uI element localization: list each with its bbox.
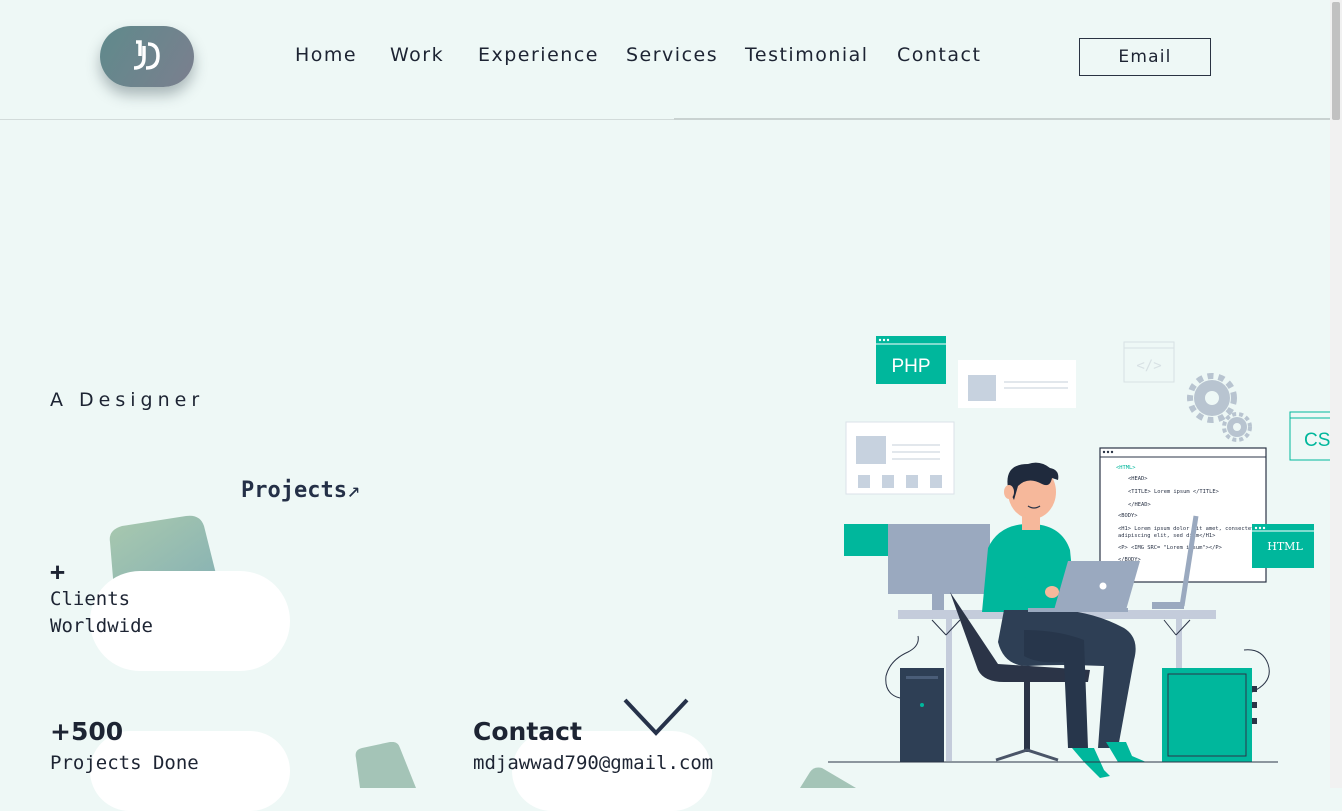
contact-email[interactable]: mdjawwad790@gmail.com (473, 750, 713, 777)
pc-tower (900, 668, 944, 762)
logo[interactable] (100, 26, 194, 87)
developer-illustration: PHP </> CS <HTML> <HEAD> <TITLE> Lorem i… (828, 336, 1330, 778)
nav-services[interactable]: Services (626, 44, 718, 66)
teal-window (844, 524, 890, 556)
nav-work[interactable]: Work (390, 44, 444, 66)
html-label: HTML (1267, 540, 1303, 553)
clients-label-line2: Worldwide (50, 615, 153, 637)
clients-value: + (50, 557, 66, 586)
code-line: adipiscing elit, sed diam</H1> (1118, 533, 1216, 539)
desk-leg (946, 619, 952, 761)
layout-window (845, 421, 955, 495)
card-thumbnail (968, 375, 996, 401)
arrow-up-right-icon: ↗ (346, 478, 361, 503)
nav-testimonial[interactable]: Testimonial (745, 44, 869, 66)
code-line: </HEAD> (1128, 502, 1151, 508)
nav-home[interactable]: Home (295, 44, 357, 66)
nav-contact[interactable]: Contact (897, 44, 981, 66)
code-line: <TITLE> Lorem ipsum </TITLE> (1128, 489, 1220, 495)
site-header: Home Work Experience Services Testimonia… (0, 0, 1330, 120)
chair-base (995, 748, 1059, 762)
php-label: PHP (891, 356, 930, 377)
chevron-down-icon[interactable] (622, 697, 690, 739)
chair-post (1024, 682, 1030, 752)
projects-link[interactable]: Projects↗ (241, 478, 360, 503)
projects-value: +500 (50, 717, 124, 746)
monitor (888, 524, 990, 594)
css-window: CS (1289, 411, 1330, 461)
nav-experience[interactable]: Experience (478, 44, 599, 66)
decor-shape (355, 742, 416, 788)
code-line: <HTML> (1116, 465, 1136, 471)
page-scrollbar[interactable] (1330, 0, 1342, 788)
logo-mark-icon (133, 40, 160, 70)
email-button[interactable]: Email (1079, 38, 1211, 76)
code-line: <HEAD> (1128, 476, 1148, 482)
code-tag-window: </> (1123, 341, 1175, 383)
hero-role: A Designer (50, 389, 205, 411)
projects-link-label: Projects (241, 478, 347, 503)
gear-icon (1187, 373, 1237, 423)
projects-stat: +500 Projects Done (50, 718, 199, 777)
code-tag-label: </> (1136, 358, 1161, 374)
php-window: PHP (876, 336, 946, 384)
projects-label: Projects Done (50, 752, 199, 774)
html-window: HTML (1252, 524, 1314, 568)
header-divider (674, 118, 1330, 120)
clients-label-line1: Clients (50, 588, 131, 610)
side-monitor-base (1152, 602, 1184, 609)
monitor-stand (932, 594, 944, 610)
clients-stat: + Clients Worldwide (50, 558, 153, 640)
scrollbar-thumb[interactable] (1332, 2, 1340, 120)
code-line: <BODY> (1118, 513, 1138, 519)
gear-icon (1222, 412, 1252, 442)
teal-cabinet (1162, 668, 1252, 762)
css-label: CS (1304, 430, 1330, 451)
code-line: <P> <IMG SRC= "Lorem ipsum"></P> (1118, 545, 1223, 551)
